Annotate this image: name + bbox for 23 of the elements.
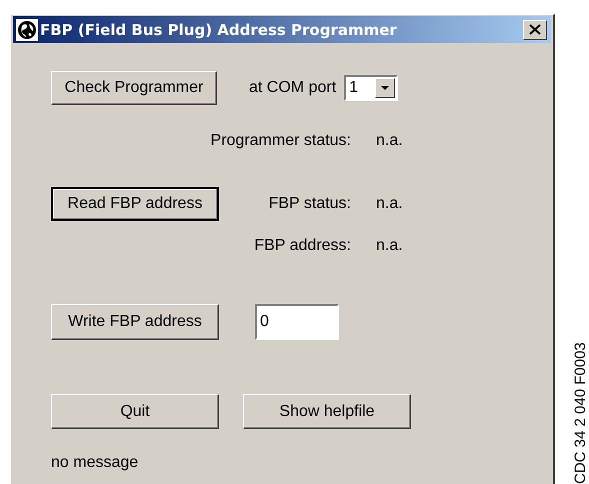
com-port-label: at COM port <box>249 79 336 97</box>
write-address-button[interactable]: Write FBP address <box>51 304 219 340</box>
address-field[interactable]: 0 <box>255 304 339 340</box>
status-value: n.a. <box>376 132 403 150</box>
close-icon <box>529 24 541 35</box>
figure-code: CDC 34 2 040 F0003 <box>572 341 589 484</box>
dropdown-button[interactable] <box>375 78 396 98</box>
status-value: n.a. <box>376 195 403 213</box>
status-label: FBP status: <box>268 195 351 213</box>
close-button[interactable] <box>523 20 547 40</box>
globe-icon <box>16 18 38 40</box>
check-programmer-button[interactable]: Check Programmer <box>51 71 217 105</box>
com-port-value: 1 <box>348 79 360 97</box>
window-title: FBP (Field Bus Plug) Address Programmer <box>40 20 398 38</box>
status-label: Programmer status: <box>210 132 351 150</box>
com-port-dropdown[interactable]: 1 <box>344 75 398 101</box>
helpfile-button[interactable]: Show helpfile <box>243 394 411 429</box>
status-label: FBP address: <box>253 237 351 255</box>
caret-icon <box>381 86 390 90</box>
read-address-button[interactable]: Read FBP address <box>51 187 219 221</box>
status-value: n.a. <box>376 237 403 255</box>
status-message: no message <box>51 454 138 472</box>
quit-button[interactable]: Quit <box>51 394 219 429</box>
